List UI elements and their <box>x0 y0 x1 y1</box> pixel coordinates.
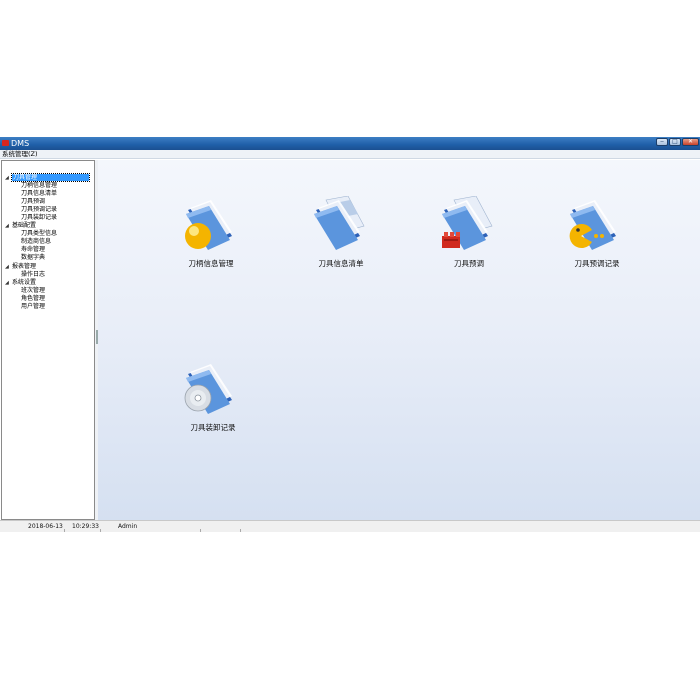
tree-item-manufacturer[interactable]: 制造商信息 <box>21 238 51 246</box>
tile-label: 刀具预调记录 <box>574 259 620 268</box>
tree-item-tool-list[interactable]: 刀具信息清单 <box>21 190 57 198</box>
tree-item-mount-records[interactable]: 刀具装卸记录 <box>21 214 57 222</box>
tree-item-shift-management[interactable]: 班次管理 <box>21 287 45 295</box>
folder-disc-icon <box>184 364 232 414</box>
tile-label: 刀柄信息管理 <box>188 259 234 268</box>
status-time: 10:29:33 <box>72 523 99 530</box>
status-separator <box>64 529 65 532</box>
tree-item-preset-records[interactable]: 刀具预调记录 <box>21 206 57 214</box>
expand-toggle-icon[interactable]: ◢ <box>5 222 9 230</box>
close-button[interactable]: ✕ <box>682 138 699 146</box>
window-controls: ‒ □ ✕ <box>656 138 699 146</box>
tree-item-tool-type[interactable]: 刀具类型信息 <box>21 230 57 238</box>
folder-yellow-ball-icon <box>185 200 232 250</box>
tree-item-tool-preset[interactable]: 刀具预调 <box>21 198 45 206</box>
tree-item-operation-log[interactable]: 操作日志 <box>21 271 45 279</box>
menu-bar: 系统管理(Z) <box>0 150 700 159</box>
tree-group-reports[interactable]: 报表管理 <box>12 263 36 271</box>
status-separator <box>240 529 241 532</box>
tree-group-basic-config[interactable]: 基础配置 <box>12 222 36 230</box>
app-logo-icon <box>2 140 9 146</box>
minimize-button[interactable]: ‒ <box>656 138 668 146</box>
status-date: 2018-06-13 <box>28 523 63 530</box>
title-bar[interactable]: DMS ‒ □ ✕ <box>0 137 700 150</box>
tile-label: 刀具预调 <box>454 259 484 268</box>
window-title: DMS <box>11 139 30 148</box>
tile-handle-info[interactable]: 刀柄信息管理 <box>158 196 248 286</box>
tree-group-label: 刀具管理 <box>10 173 91 182</box>
tree-item-handle-info[interactable]: 刀柄信息管理 <box>21 182 57 190</box>
folder-red-blocks-icon <box>442 196 493 250</box>
main-dashboard: 刀柄信息管理 刀具信息清单 刀具预调 刀具预调记录 刀具装卸记录 <box>98 160 700 520</box>
navigation-tree[interactable]: ◢ 刀具管理 刀柄信息管理 刀具信息清单 刀具预调 刀具预调记录 刀具装卸记录 … <box>1 160 95 520</box>
status-separator <box>100 529 101 532</box>
status-separator <box>200 529 201 532</box>
expand-toggle-icon[interactable]: ◢ <box>5 263 9 271</box>
menu-system-management[interactable]: 系统管理(Z) <box>2 150 38 159</box>
tile-preset-records[interactable]: 刀具预调记录 <box>542 196 632 286</box>
tree-item-data-dictionary[interactable]: 数据字典 <box>21 254 45 262</box>
tree-item-user-management[interactable]: 用户管理 <box>21 303 45 311</box>
maximize-button[interactable]: □ <box>669 138 681 146</box>
tile-mount-records[interactable]: 刀具装卸记录 <box>158 360 248 450</box>
tree-item-role-management[interactable]: 角色管理 <box>21 295 45 303</box>
tile-tool-preset[interactable]: 刀具预调 <box>414 196 504 286</box>
tree-item-life-management[interactable]: 寿命管理 <box>21 246 45 254</box>
tile-label: 刀具信息清单 <box>318 259 364 268</box>
status-user: Admin <box>118 523 138 530</box>
expand-toggle-icon[interactable]: ◢ <box>5 174 9 182</box>
tree-group-tool-management[interactable]: 刀具管理 <box>10 173 91 182</box>
tile-label: 刀具装卸记录 <box>190 423 236 432</box>
expand-toggle-icon[interactable]: ◢ <box>5 279 9 287</box>
tile-tool-list[interactable]: 刀具信息清单 <box>286 196 376 286</box>
folder-documents-icon <box>314 196 365 250</box>
application-window: DMS ‒ □ ✕ 系统管理(Z) ◢ 刀具管理 刀柄信息管理 刀具信息清单 刀… <box>0 137 700 532</box>
status-bar: 2018-06-13 10:29:33 Admin <box>0 520 700 532</box>
tree-group-system-settings[interactable]: 系统设置 <box>12 279 36 287</box>
folder-pacman-icon <box>569 200 616 250</box>
